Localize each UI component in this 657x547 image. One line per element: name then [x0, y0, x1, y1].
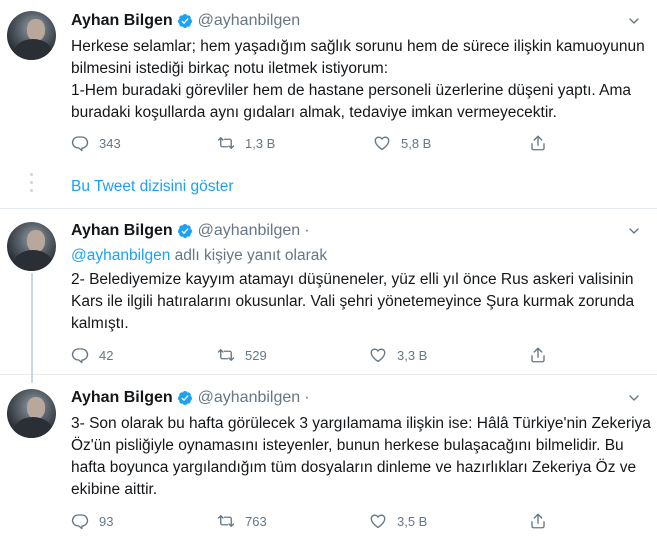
- tweet-text: 2- Belediyemize kayyım atamayı düşünenel…: [71, 271, 635, 332]
- chevron-down-icon[interactable]: [626, 390, 642, 406]
- retweet-button[interactable]: 1,3 B: [217, 134, 275, 152]
- reply-button[interactable]: 93: [71, 512, 113, 530]
- author-handle[interactable]: @ayhanbilgen: [198, 12, 301, 30]
- tweet-text: 3- Son olarak bu hafta görülecek 3 yargı…: [71, 415, 651, 498]
- chevron-down-icon[interactable]: [626, 13, 642, 29]
- reply-count: 42: [99, 347, 114, 363]
- reply-icon: [71, 346, 89, 364]
- author-name[interactable]: Ayhan Bilgen: [71, 12, 173, 30]
- avatar[interactable]: [7, 11, 56, 60]
- author-name[interactable]: Ayhan Bilgen: [71, 389, 173, 407]
- tweet[interactable]: Ayhan Bilgen @ayhanbilgen · @ayhanbilgen…: [0, 210, 657, 383]
- retweet-icon: [217, 134, 235, 152]
- tweet-header: Ayhan Bilgen @ayhanbilgen ·: [71, 388, 310, 408]
- show-thread-link[interactable]: Bu Tweet dizisini göster: [71, 178, 234, 196]
- share-button[interactable]: [529, 134, 557, 152]
- verified-icon: [177, 223, 193, 239]
- tweet-text: Herkese selamlar; hem yaşadığım sağlık s…: [71, 38, 645, 121]
- retweet-icon: [217, 346, 235, 364]
- reply-icon: [71, 134, 89, 152]
- author-handle[interactable]: @ayhanbilgen: [198, 222, 301, 240]
- like-icon: [369, 346, 387, 364]
- reply-button[interactable]: 343: [71, 134, 121, 152]
- show-thread-row[interactable]: Bu Tweet dizisini göster: [0, 165, 657, 209]
- avatar[interactable]: [7, 222, 56, 271]
- tweet-header: Ayhan Bilgen @ayhanbilgen: [71, 11, 300, 31]
- tweet-actions: 343 1,3 B 5,8 B: [71, 134, 561, 154]
- separator-dot: ·: [304, 222, 310, 239]
- share-icon: [529, 134, 547, 152]
- tweet-header: Ayhan Bilgen @ayhanbilgen ·: [71, 221, 310, 241]
- share-button[interactable]: [529, 512, 557, 530]
- retweet-icon: [217, 512, 235, 530]
- retweet-button[interactable]: 763: [217, 512, 267, 530]
- thread-dots: [30, 173, 34, 197]
- share-button[interactable]: [529, 346, 557, 364]
- retweet-button[interactable]: 529: [217, 346, 267, 364]
- like-count: 3,5 B: [397, 513, 428, 529]
- reply-count: 343: [99, 135, 121, 151]
- retweet-count: 1,3 B: [245, 135, 276, 151]
- verified-icon: [177, 390, 193, 406]
- replying-handle-link[interactable]: @ayhanbilgen: [71, 247, 170, 264]
- author-name[interactable]: Ayhan Bilgen: [71, 222, 173, 240]
- share-icon: [529, 512, 547, 530]
- like-button[interactable]: 3,5 B: [369, 512, 427, 530]
- like-button[interactable]: 3,3 B: [369, 346, 427, 364]
- reply-count: 93: [99, 513, 114, 529]
- tweet[interactable]: Ayhan Bilgen @ayhanbilgen Herkese selaml…: [0, 0, 657, 165]
- verified-icon: [177, 13, 193, 29]
- avatar[interactable]: [7, 389, 56, 438]
- reply-button[interactable]: 42: [71, 346, 113, 364]
- replying-suffix: adlı kişiye yanıt olarak: [170, 247, 328, 264]
- like-icon: [369, 512, 387, 530]
- author-handle[interactable]: @ayhanbilgen: [198, 389, 301, 407]
- like-button[interactable]: 5,8 B: [373, 134, 431, 152]
- tweet-actions: 42 529 3,3 B: [71, 346, 561, 366]
- like-icon: [373, 134, 391, 152]
- like-count: 3,3 B: [397, 347, 428, 363]
- reply-icon: [71, 512, 89, 530]
- like-count: 5,8 B: [401, 135, 432, 151]
- share-icon: [529, 346, 547, 364]
- tweet-actions: 93 763 3,5 B: [71, 512, 561, 532]
- chevron-down-icon[interactable]: [626, 223, 642, 239]
- replying-to: @ayhanbilgen adlı kişiye yanıt olarak: [71, 245, 327, 267]
- thread-line: [31, 273, 33, 383]
- retweet-count: 529: [245, 347, 267, 363]
- retweet-count: 763: [245, 513, 267, 529]
- tweet[interactable]: Ayhan Bilgen @ayhanbilgen · 3- Son olara…: [0, 375, 657, 547]
- separator-dot: ·: [304, 389, 310, 406]
